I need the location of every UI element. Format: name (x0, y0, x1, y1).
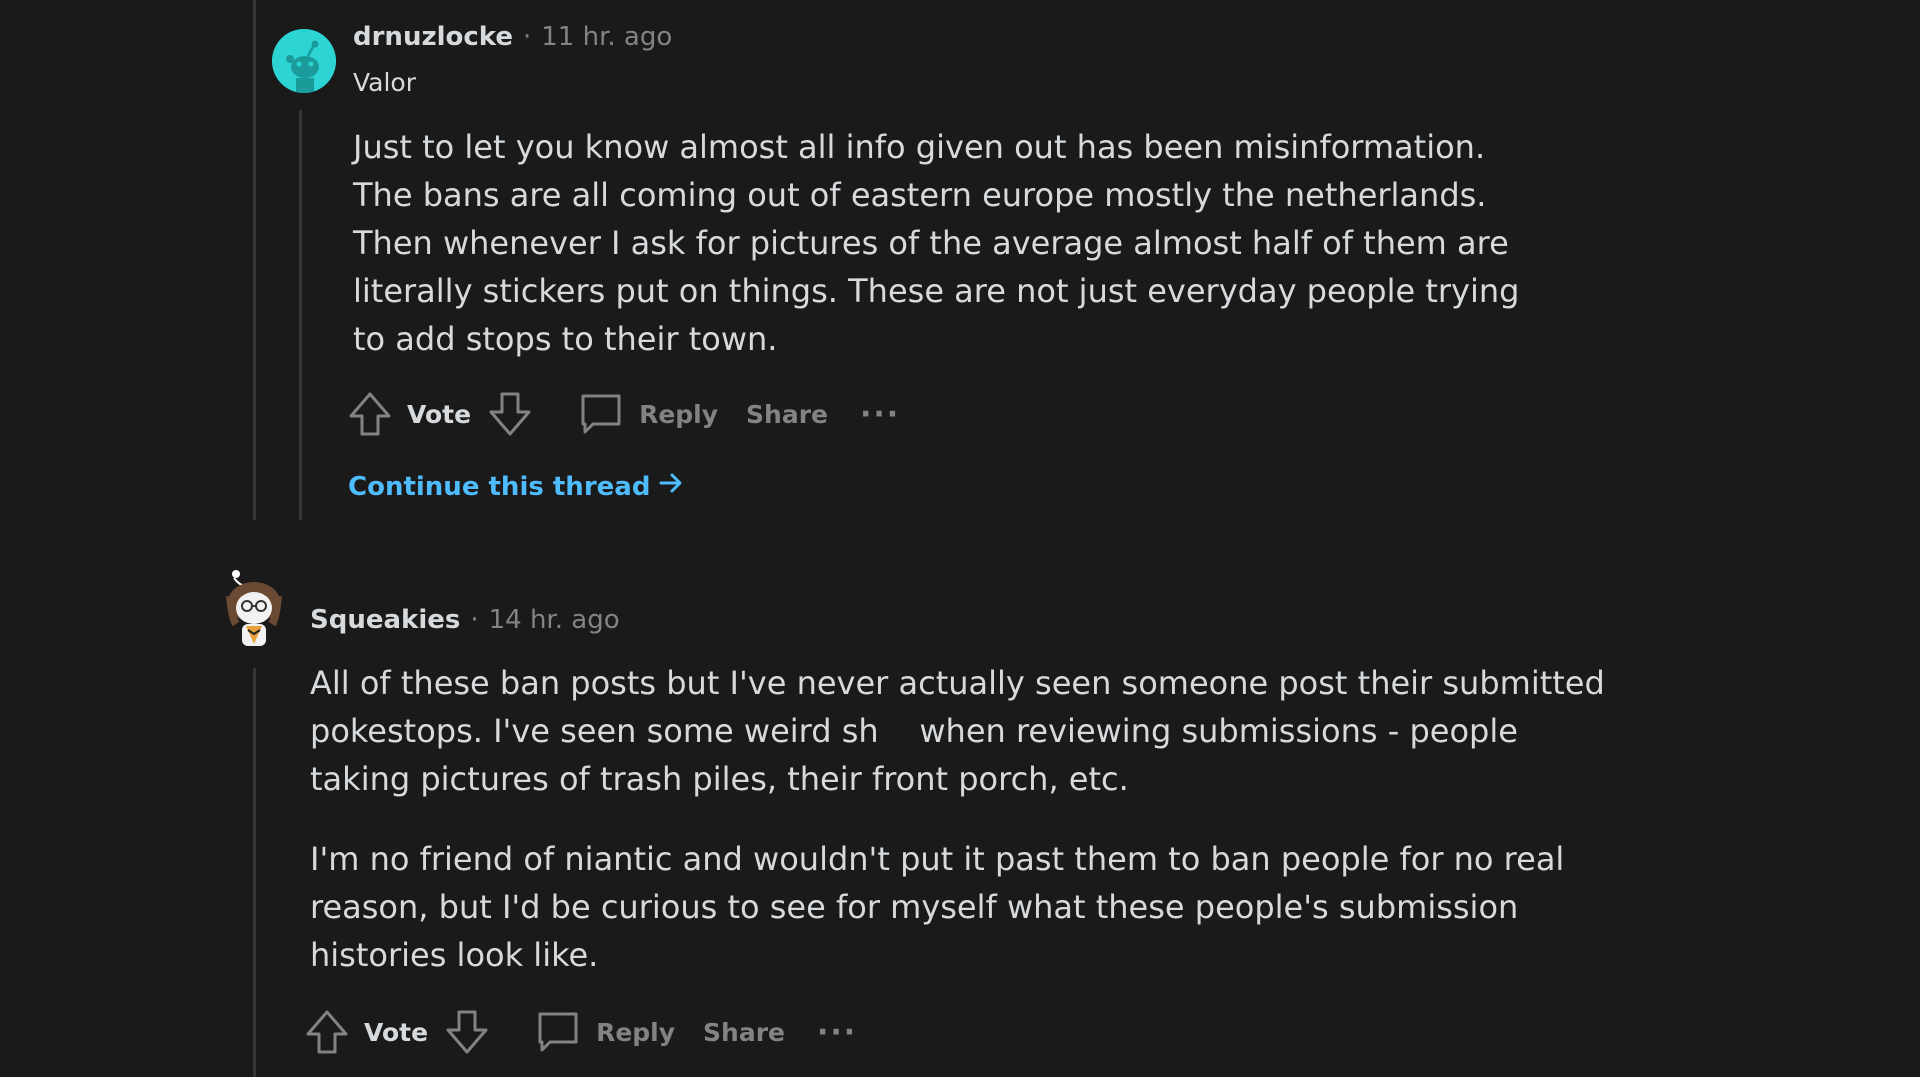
thread-line-comment-2[interactable] (253, 668, 256, 1077)
more-icon[interactable]: ··· (817, 1015, 857, 1050)
comment-author[interactable]: Squeakies (310, 605, 460, 635)
upvote-icon[interactable] (347, 390, 393, 438)
vote-count: Vote (364, 1017, 429, 1047)
continue-thread-label: Continue this thread (348, 471, 651, 502)
more-icon[interactable]: ··· (860, 397, 900, 432)
comment-2-body: All of these ban posts but I've never ac… (310, 659, 1610, 979)
comment-icon[interactable] (577, 390, 625, 438)
separator-dot: · (523, 22, 532, 52)
comment-timestamp[interactable]: 11 hr. ago (541, 22, 672, 52)
downvote-icon[interactable] (444, 1008, 490, 1056)
separator-dot: · (470, 605, 479, 635)
reply-button[interactable]: Reply (596, 1018, 675, 1047)
downvote-icon[interactable] (487, 390, 533, 438)
snoo-avatar-icon (272, 29, 336, 93)
comment-paragraph: I'm no friend of niantic and wouldn't pu… (310, 840, 1565, 974)
reply-button[interactable]: Reply (639, 400, 718, 429)
comment-1-actions: Vote Reply Share ··· (347, 386, 900, 442)
thread-line-parent[interactable] (253, 0, 256, 520)
avatar-squeakies[interactable] (218, 570, 292, 650)
snoo-avatar-icon (226, 570, 282, 646)
comment-2-actions: Vote Reply Share ··· (304, 1004, 857, 1060)
vote-count: Vote (407, 399, 472, 429)
comment-timestamp[interactable]: 14 hr. ago (489, 605, 620, 635)
upvote-icon[interactable] (304, 1008, 350, 1056)
comment-paragraph: All of these ban posts but I've never ac… (310, 664, 1615, 798)
comment-author[interactable]: drnuzlocke (353, 22, 513, 52)
continue-thread-link[interactable]: Continue this thread (348, 470, 684, 503)
thread-line-comment-1[interactable] (299, 110, 302, 520)
share-button[interactable]: Share (746, 400, 828, 429)
comment-1-body: Just to let you know almost all info giv… (353, 123, 1543, 363)
arrow-right-icon (658, 470, 684, 503)
comment-1-meta: drnuzlocke · 11 hr. ago (353, 22, 672, 52)
user-flair: Valor (353, 68, 417, 97)
comments-page: drnuzlocke · 11 hr. ago Valor Just to le… (0, 0, 1920, 1077)
avatar-drnuzlocke[interactable] (272, 29, 336, 93)
comment-paragraph: Just to let you know almost all info giv… (353, 128, 1520, 358)
comment-2-meta: Squeakies · 14 hr. ago (310, 605, 620, 635)
share-button[interactable]: Share (703, 1018, 785, 1047)
comment-icon[interactable] (534, 1008, 582, 1056)
